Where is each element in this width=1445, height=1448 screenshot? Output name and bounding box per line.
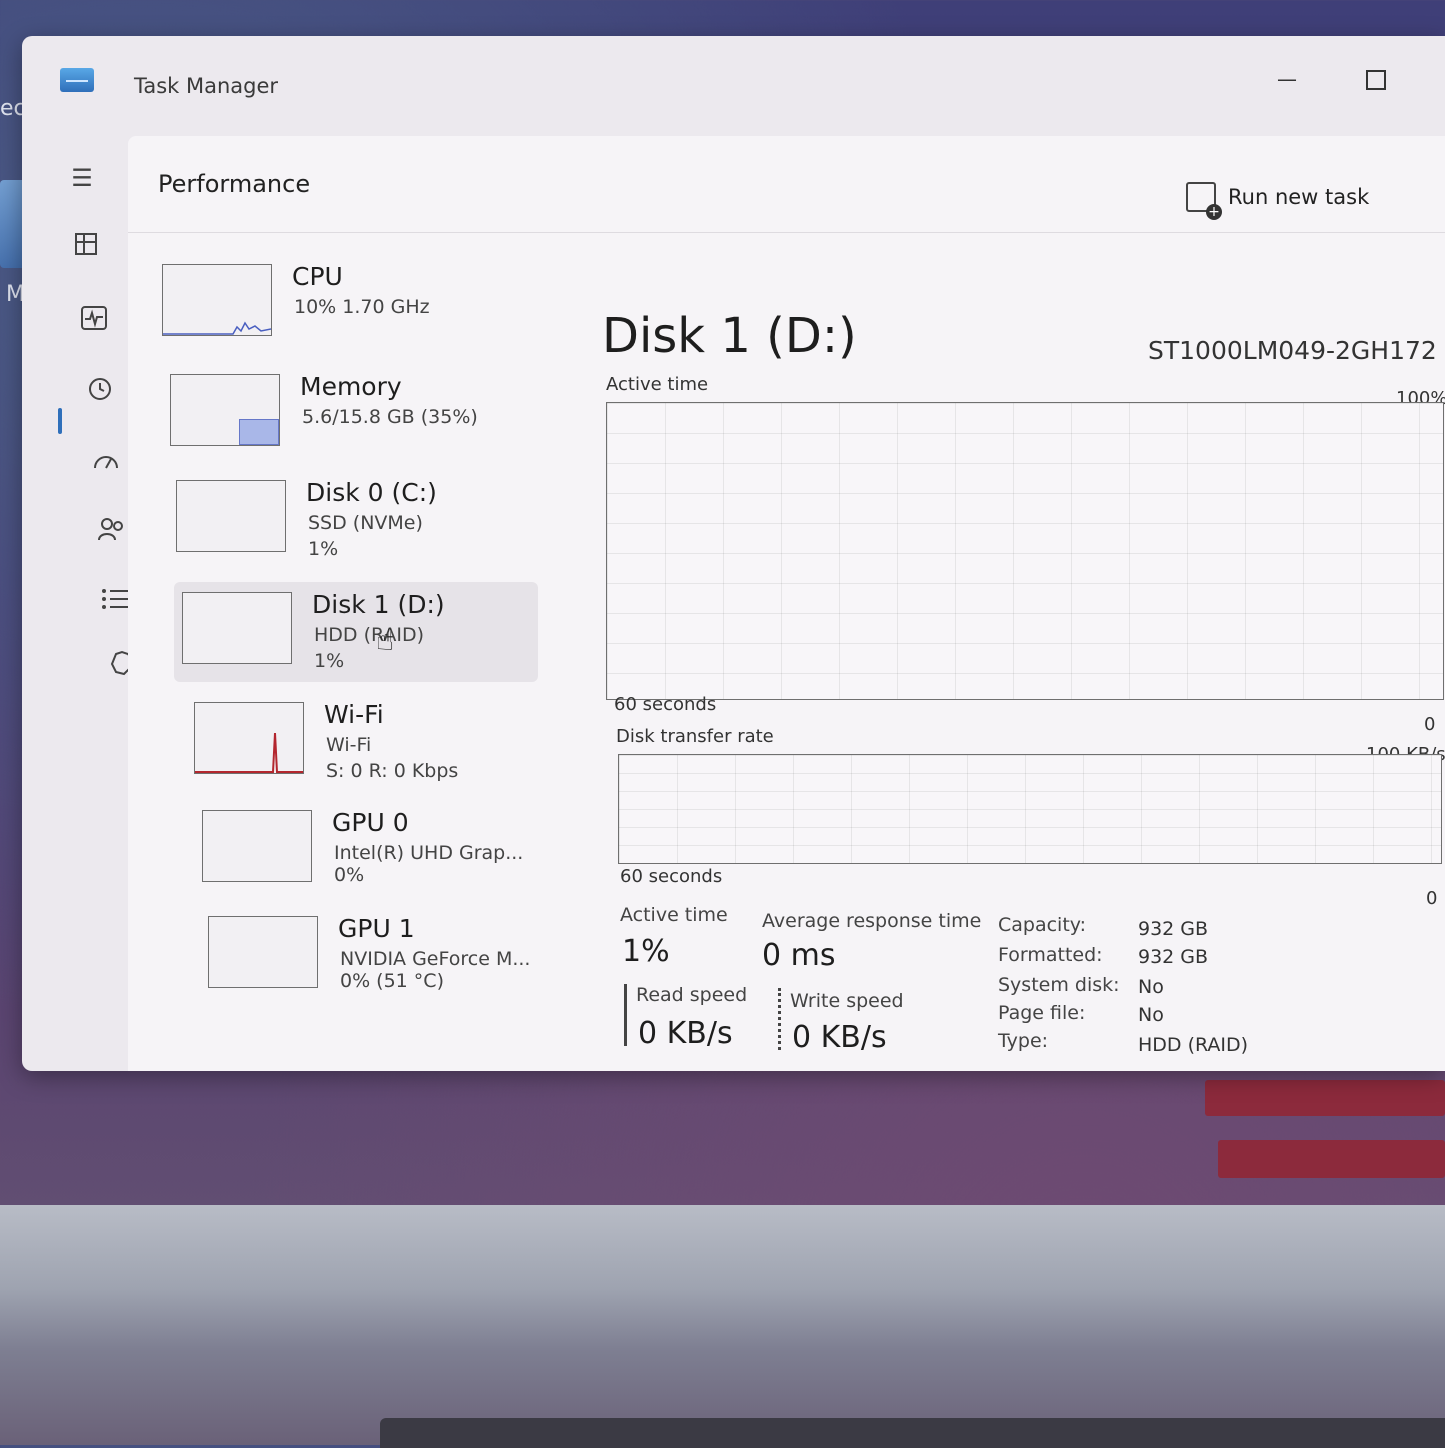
startup-apps-icon[interactable] xyxy=(84,444,128,484)
device-name: GPU 1 xyxy=(338,914,415,943)
device-item-disk-0[interactable]: Disk 0 (C:) SSD (NVMe) 1% xyxy=(168,470,548,570)
wifi-sparkline xyxy=(195,732,303,773)
active-time-label: Active time xyxy=(620,904,728,926)
active-time-value: 1% xyxy=(622,934,670,969)
cpu-sparkline xyxy=(163,321,271,335)
avg-response-label: Average response time xyxy=(762,910,982,932)
list-icon xyxy=(102,589,130,609)
nav-rail: ☰ xyxy=(22,136,156,1071)
bezel-edge xyxy=(380,1418,1445,1448)
new-task-icon xyxy=(1186,182,1222,220)
performance-icon[interactable] xyxy=(72,302,116,342)
device-sub: Wi-Fi xyxy=(326,734,372,756)
page-file-key: Page file: xyxy=(998,1002,1086,1024)
desktop-object xyxy=(1205,1080,1445,1116)
transfer-rate-graph xyxy=(618,754,1442,864)
formatted-key: Formatted: xyxy=(998,944,1103,966)
task-manager-icon xyxy=(60,68,94,92)
screen-bezel xyxy=(0,1205,1445,1445)
capacity-value: 932 GB xyxy=(1138,918,1209,940)
gpu0-thumbnail-graph xyxy=(202,810,312,882)
page-title: Performance xyxy=(158,170,311,198)
avg-response-value: 0 ms xyxy=(762,938,836,973)
read-speed-value: 0 KB/s xyxy=(638,1016,733,1051)
desktop-object xyxy=(1218,1140,1445,1178)
formatted-value: 932 GB xyxy=(1138,946,1209,968)
speedometer-icon xyxy=(94,456,118,469)
title-bar[interactable]: Task Manager — xyxy=(22,36,1445,136)
device-sub-2: 1% xyxy=(308,538,339,560)
disk-model: ST1000LM049-2GH172 xyxy=(1148,336,1437,365)
device-name: CPU xyxy=(292,262,343,291)
performance-panel: Performance Run new task CPU 10% 1.70 GH… xyxy=(128,136,1445,1071)
device-item-cpu[interactable]: CPU 10% 1.70 GHz xyxy=(154,254,534,354)
system-disk-key: System disk: xyxy=(998,974,1120,996)
panel-header: Performance Run new task xyxy=(128,136,1445,233)
disk-title: Disk 1 (D:) xyxy=(602,308,857,364)
task-manager-window: Task Manager — ☰ Performance + Run new t… xyxy=(22,36,1445,1071)
hand-cursor-icon: ☝ xyxy=(376,623,395,658)
hamburger-menu-icon[interactable]: ☰ xyxy=(60,158,104,198)
device-sub: HDD (RAID) xyxy=(314,624,425,646)
disk0-thumbnail-graph xyxy=(176,480,286,552)
device-sub-2: S: 0 R: 0 Kbps xyxy=(326,760,459,782)
capacity-key: Capacity: xyxy=(998,914,1087,936)
device-sub-2: 1% xyxy=(314,650,345,672)
disk1-thumbnail-graph xyxy=(182,592,292,664)
run-new-task-button[interactable]: Run new task xyxy=(1186,180,1370,220)
people-icon xyxy=(98,518,123,541)
transfer-rate-graph-duration: 60 seconds xyxy=(620,866,723,887)
device-name: Disk 0 (C:) xyxy=(306,478,437,507)
window-title: Task Manager xyxy=(134,74,279,98)
device-item-memory[interactable]: Memory 5.6/15.8 GB (35%) xyxy=(162,364,542,464)
write-speed-indicator xyxy=(778,988,781,1050)
type-key: Type: xyxy=(998,1030,1049,1052)
app-history-icon[interactable] xyxy=(78,374,122,414)
device-name: Wi-Fi xyxy=(324,700,384,729)
active-time-graph xyxy=(606,402,1444,700)
type-value: HDD (RAID) xyxy=(1138,1034,1249,1056)
page-file-value: No xyxy=(1138,1004,1164,1026)
system-disk-value: No xyxy=(1138,976,1164,998)
device-item-gpu-1[interactable]: GPU 1 NVIDIA GeForce M... 0% (51 °C) xyxy=(200,906,580,1006)
active-time-graph-min: 0 xyxy=(1424,714,1436,735)
maximize-icon[interactable] xyxy=(1366,70,1386,90)
write-speed-label: Write speed xyxy=(790,990,904,1012)
memory-thumbnail-graph xyxy=(170,374,280,446)
read-speed-indicator xyxy=(624,984,627,1046)
grid-icon xyxy=(75,233,97,255)
device-item-wifi[interactable]: Wi-Fi Wi-Fi S: 0 R: 0 Kbps xyxy=(186,692,566,792)
cpu-thumbnail-graph xyxy=(162,264,272,336)
device-sub: Intel(R) UHD Grap... xyxy=(334,842,524,864)
device-sub: NVIDIA GeForce M... xyxy=(340,948,531,970)
device-sub: 10% 1.70 GHz xyxy=(294,296,430,318)
device-item-disk-1[interactable]: Disk 1 (D:) HDD (RAID) 1% xyxy=(174,582,538,682)
transfer-rate-graph-min: 0 xyxy=(1426,888,1438,909)
pulse-icon xyxy=(81,306,107,330)
active-time-graph-label: Active time xyxy=(606,374,709,395)
device-item-gpu-0[interactable]: GPU 0 Intel(R) UHD Grap... 0% xyxy=(194,800,574,900)
memory-fill xyxy=(239,419,279,445)
write-speed-value: 0 KB/s xyxy=(792,1020,887,1055)
active-time-graph-duration: 60 seconds xyxy=(614,694,717,715)
device-sub-2: 0% xyxy=(334,864,365,886)
transfer-rate-graph-label: Disk transfer rate xyxy=(616,726,774,747)
device-name: GPU 0 xyxy=(332,808,409,837)
device-sub: SSD (NVMe) xyxy=(308,512,423,534)
device-name: Disk 1 (D:) xyxy=(312,590,445,619)
device-sub: 5.6/15.8 GB (35%) xyxy=(302,406,478,428)
device-sub-2: 0% (51 °C) xyxy=(340,970,444,992)
wifi-thumbnail-graph xyxy=(194,702,304,774)
processes-icon[interactable] xyxy=(64,228,108,268)
history-icon xyxy=(89,378,111,400)
active-indicator xyxy=(58,408,62,434)
minimize-icon[interactable]: — xyxy=(1276,68,1298,90)
gpu1-thumbnail-graph xyxy=(208,916,318,988)
device-name: Memory xyxy=(300,372,402,401)
run-new-task-label: Run new task xyxy=(1228,185,1370,209)
read-speed-label: Read speed xyxy=(636,984,748,1006)
